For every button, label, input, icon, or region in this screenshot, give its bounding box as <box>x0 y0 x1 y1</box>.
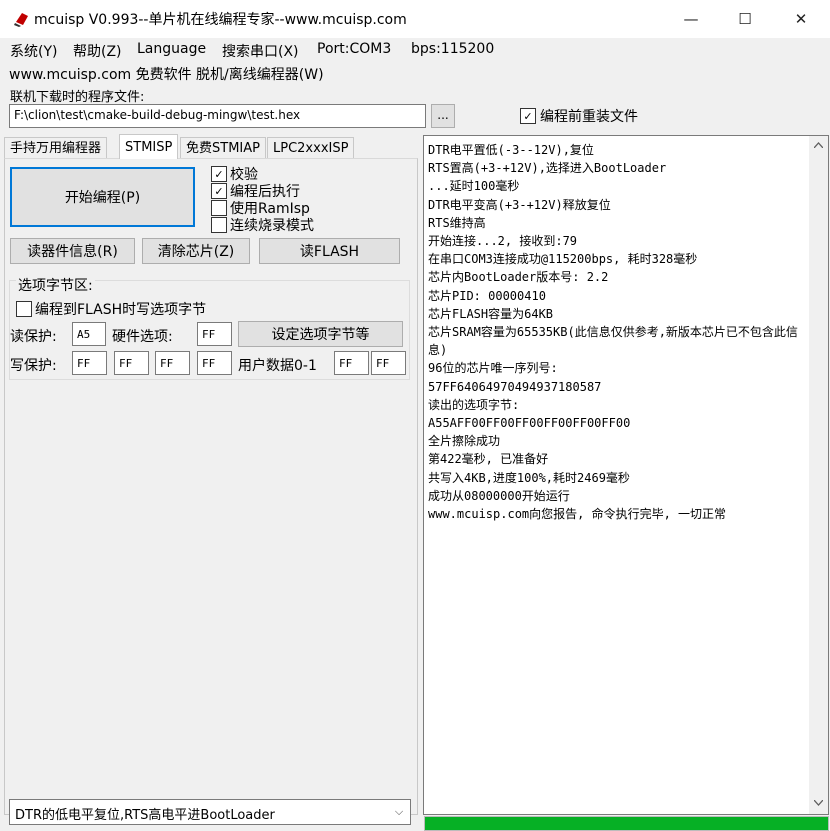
tab-lpc2xxxisp[interactable]: LPC2xxxISP <box>267 137 355 159</box>
log-line: 成功从08000000开始运行 <box>428 488 570 503</box>
set-option-bytes-button[interactable]: 设定选项字节等 <box>238 321 403 347</box>
menu-search-port[interactable]: 搜索串口(X) <box>222 41 299 61</box>
log-line: 芯片SRAM容量为65535KB(此信息仅供参考,新版本芯片已不包含此信息) <box>428 325 798 358</box>
log-lines: DTR电平置低(-3--12V),复位 RTS置高(+3-+12V),选择进入B… <box>428 141 810 523</box>
read-flash-button[interactable]: 读FLASH <box>259 238 400 264</box>
reload-checkbox[interactable]: ✓ <box>520 108 536 124</box>
close-button[interactable]: ✕ <box>772 0 830 38</box>
read-protect-label: 读保护: <box>10 329 57 345</box>
tab-free-stmiap[interactable]: 免费STMIAP <box>180 137 266 159</box>
log-line: 第422毫秒, 已准备好 <box>428 452 549 467</box>
log-line: 芯片内BootLoader版本号: 2.2 <box>428 270 609 285</box>
minimize-button[interactable]: — <box>662 0 720 38</box>
log-line: 读出的选项字节: <box>428 397 520 412</box>
user-data-field-1[interactable]: FF <box>371 351 406 375</box>
use-ramisp-checkbox[interactable] <box>211 200 227 216</box>
log-line: 在串口COM3连接成功@115200bps, 耗时328毫秒 <box>428 252 698 267</box>
reload-label: 编程前重装文件 <box>540 109 638 125</box>
write-option-bytes-option[interactable]: 编程到FLASH时写选项字节 <box>16 301 207 318</box>
option-bytes-title: 选项字节区: <box>16 275 95 295</box>
run-after-program-checkbox[interactable]: ✓ <box>211 183 227 199</box>
reload-before-program-option[interactable]: ✓ 编程前重装文件 <box>520 106 638 126</box>
log-line: DTR电平置低(-3--12V),复位 <box>428 143 594 157</box>
write-option-bytes-checkbox[interactable] <box>16 301 32 317</box>
menu-offline-programmer[interactable]: www.mcuisp.com 免费软件 脱机/离线编程器(W) <box>9 64 324 84</box>
scroll-up-icon[interactable] <box>814 142 823 148</box>
log-line: A55AFF00FF00FF00FF00FF00FF00 <box>428 416 631 431</box>
title-bar: mcuisp V0.993--单片机在线编程专家--www.mcuisp.com… <box>0 0 830 38</box>
erase-chip-button[interactable]: 清除芯片(Z) <box>142 238 250 264</box>
hardware-option-label: 硬件选项: <box>112 329 173 345</box>
menu-system[interactable]: 系统(Y) <box>10 41 57 61</box>
menu-port[interactable]: Port:COM3 <box>317 41 391 57</box>
log-line: 芯片FLASH容量为64KB <box>428 306 554 321</box>
reset-mode-select[interactable]: DTR的低电平复位,RTS高电平进BootLoader <box>9 799 411 825</box>
chevron-down-icon[interactable]: ⌵ <box>388 799 410 825</box>
log-line: 57FF64064970494937180587 <box>428 379 602 394</box>
progress-bar <box>424 816 829 831</box>
write-protect-label: 写保护: <box>10 358 57 374</box>
user-data-label: 用户数据0-1 <box>238 358 317 374</box>
scroll-down-icon[interactable] <box>814 800 823 806</box>
read-device-info-button[interactable]: 读器件信息(R) <box>10 238 135 264</box>
log-line: 芯片PID: 00000410 <box>428 288 546 303</box>
log-line: DTR电平变高(+3-+12V)释放复位 <box>428 197 611 212</box>
verify-option[interactable]: ✓ 校验 <box>211 166 258 183</box>
hardware-option-field[interactable]: FF <box>197 322 232 346</box>
browse-button[interactable]: ... <box>431 104 455 128</box>
progress-fill <box>425 817 828 830</box>
menu-bps[interactable]: bps:115200 <box>411 41 494 57</box>
log-line: ...延时100毫秒 <box>428 179 520 194</box>
app-icon <box>14 13 28 27</box>
continuous-burn-label: 连续烧录模式 <box>230 218 314 234</box>
log-line: 全片擦除成功 <box>428 434 501 449</box>
log-line: 96位的芯片唯一序列号: <box>428 361 558 376</box>
continuous-burn-option[interactable]: 连续烧录模式 <box>211 217 314 234</box>
continuous-burn-checkbox[interactable] <box>211 217 227 233</box>
log-line: 共写入4KB,进度100%,耗时2469毫秒 <box>428 470 630 485</box>
log-line: 开始连接...2, 接收到:79 <box>428 234 578 249</box>
menu-language[interactable]: Language <box>137 41 206 57</box>
run-after-program-option[interactable]: ✓ 编程后执行 <box>211 183 300 200</box>
verify-checkbox[interactable]: ✓ <box>211 166 227 182</box>
write-protect-field-1[interactable]: FF <box>114 351 149 375</box>
tab-handheld-programmer[interactable]: 手持万用编程器 <box>4 137 108 159</box>
file-path-label: 联机下载时的程序文件: <box>10 90 145 105</box>
read-protect-field[interactable]: A5 <box>72 322 106 346</box>
log-line: www.mcuisp.com向您报告, 命令执行完毕, 一切正常 <box>428 507 727 522</box>
write-option-bytes-label: 编程到FLASH时写选项字节 <box>35 302 207 318</box>
write-protect-field-3[interactable]: FF <box>197 351 232 375</box>
maximize-button[interactable]: ☐ <box>716 0 774 38</box>
user-data-field-0[interactable]: FF <box>334 351 369 375</box>
menu-bar: 系统(Y) 帮助(Z) Language 搜索串口(X) Port:COM3 b… <box>0 38 830 86</box>
log-line: RTS置高(+3-+12V),选择进入BootLoader <box>428 161 667 176</box>
log-line: RTS维持高 <box>428 215 486 230</box>
write-protect-field-0[interactable]: FF <box>72 351 107 375</box>
tab-stmisp[interactable]: STMISP <box>119 134 179 159</box>
write-protect-field-2[interactable]: FF <box>155 351 190 375</box>
start-programming-button[interactable]: 开始编程(P) <box>10 167 195 227</box>
window-title: mcuisp V0.993--单片机在线编程专家--www.mcuisp.com <box>34 12 407 28</box>
log-scrollbar[interactable] <box>809 136 828 814</box>
use-ramisp-option[interactable]: 使用RamIsp <box>211 200 310 217</box>
menu-help[interactable]: 帮助(Z) <box>73 41 122 61</box>
file-path-input[interactable]: F:\clion\test\cmake-build-debug-mingw\te… <box>9 104 426 128</box>
